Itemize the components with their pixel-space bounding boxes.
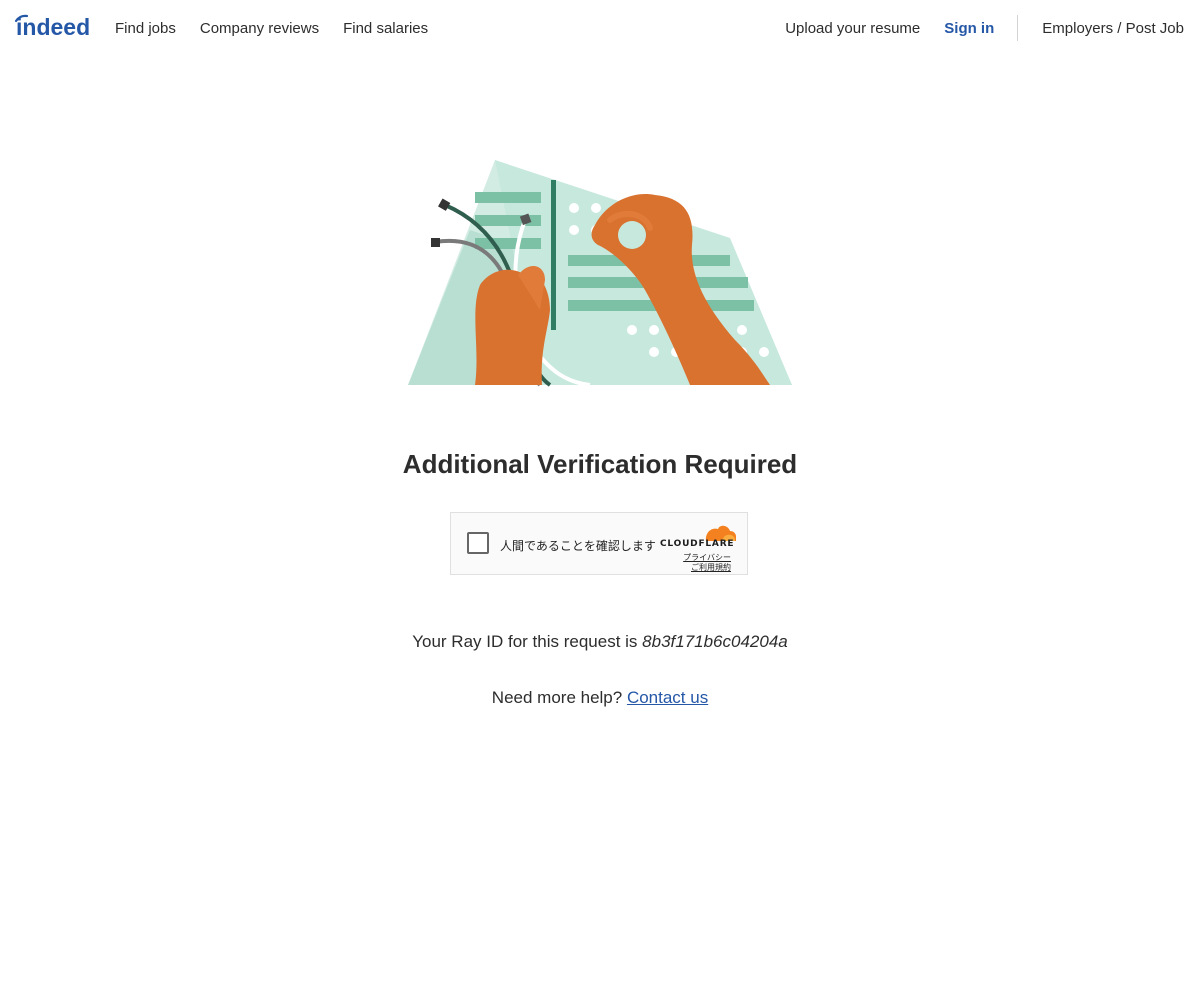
- verify-human-checkbox[interactable]: [467, 532, 489, 554]
- verify-human-label: 人間であることを確認します: [500, 539, 656, 553]
- top-navigation: indeed Find jobs Company reviews Find sa…: [0, 0, 1200, 58]
- nav-company-reviews[interactable]: Company reviews: [200, 20, 319, 37]
- indeed-logo[interactable]: indeed: [14, 12, 94, 42]
- help-prefix: Need more help?: [491, 688, 627, 707]
- employers-post-job-link[interactable]: Employers / Post Job: [1042, 20, 1184, 37]
- svg-text:indeed: indeed: [16, 14, 90, 40]
- nav-find-jobs[interactable]: Find jobs: [115, 20, 176, 37]
- nav-divider: [1017, 15, 1019, 41]
- cloudflare-challenge-widget: 人間であることを確認します CLOUDFLARE プライバシー ご利用規約: [450, 512, 748, 575]
- upload-resume-link[interactable]: Upload your resume: [785, 20, 920, 37]
- cloudflare-wordmark: CLOUDFLARE: [660, 539, 735, 549]
- ray-id-prefix: Your Ray ID for this request is: [412, 632, 643, 651]
- secondary-nav: Upload your resume Sign in Employers / P…: [785, 14, 1184, 42]
- sign-in-link[interactable]: Sign in: [944, 20, 994, 37]
- terms-link[interactable]: ご利用規約: [691, 562, 731, 573]
- verification-illustration: [408, 160, 792, 387]
- primary-nav: Find jobs Company reviews Find salaries: [115, 20, 428, 37]
- ray-id-value: 8b3f171b6c04204a: [642, 632, 788, 651]
- ray-id-text: Your Ray ID for this request is 8b3f171b…: [0, 632, 1200, 652]
- help-text: Need more help? Contact us: [0, 688, 1200, 708]
- page-title: Additional Verification Required: [402, 449, 798, 479]
- nav-find-salaries[interactable]: Find salaries: [343, 20, 428, 37]
- contact-us-link[interactable]: Contact us: [627, 688, 708, 707]
